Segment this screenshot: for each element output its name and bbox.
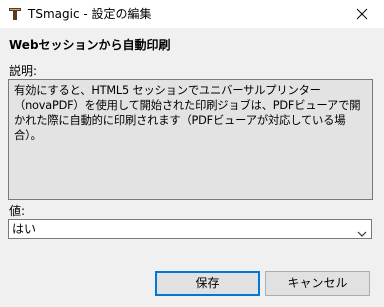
save-button[interactable]: 保存 <box>155 271 260 296</box>
description-label: 説明: <box>9 64 38 78</box>
title-bar: TSmagic - 設定の編集 <box>0 0 384 28</box>
cancel-button[interactable]: キャンセル <box>265 271 370 296</box>
setting-heading: Webセッションから自動印刷 <box>9 38 171 52</box>
close-icon <box>356 5 368 24</box>
window-title: TSmagic - 設定の編集 <box>28 7 152 21</box>
value-label: 値: <box>9 204 26 218</box>
tsmagic-app-icon <box>8 6 22 20</box>
description-textbox[interactable]: 有効にすると、HTML5 セッションでユニバーサルプリンター（novaPDF）を… <box>8 79 373 200</box>
value-select-text: はい <box>12 222 37 236</box>
value-select[interactable]: はい <box>8 219 372 239</box>
chevron-down-icon <box>357 225 367 237</box>
close-button[interactable] <box>340 0 384 28</box>
